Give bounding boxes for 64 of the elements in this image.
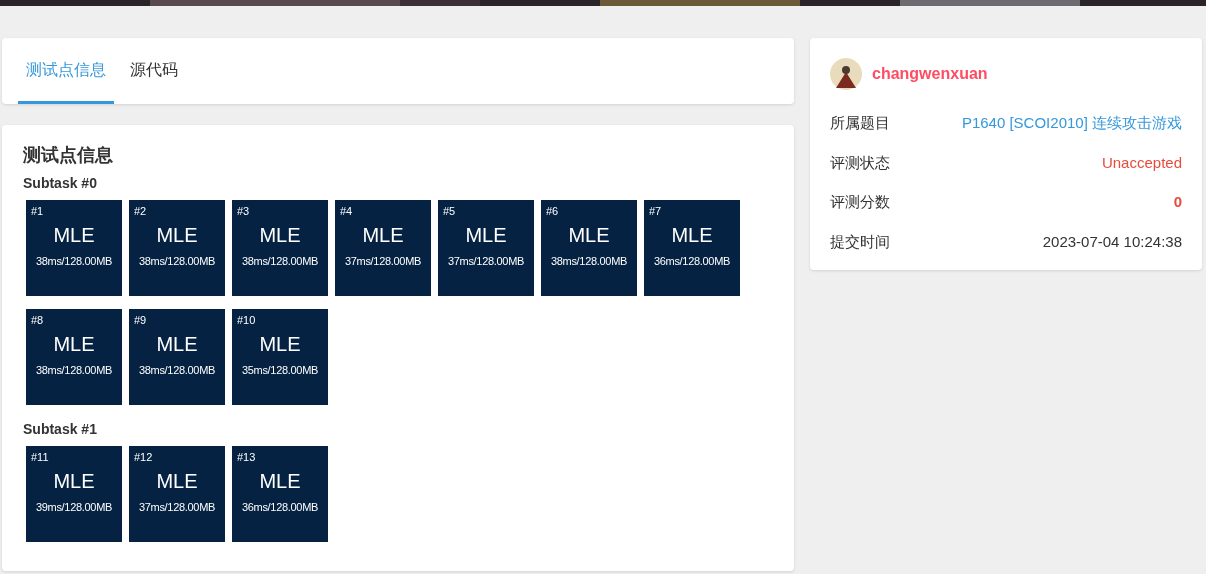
testcase-number: #6	[546, 205, 560, 217]
testcase-tile[interactable]: #9 MLE 38ms/128.00MB	[129, 308, 225, 405]
field-label: 提交时间	[830, 231, 890, 252]
testcase-tile[interactable]: #5 MLE 37ms/128.00MB	[438, 199, 534, 296]
testcase-number: #11	[31, 451, 50, 463]
testcase-number: #2	[134, 205, 148, 217]
testcase-status: MLE	[670, 222, 714, 247]
tab[interactable]: 源代码	[122, 38, 186, 104]
testcase-usage: 38ms/128.00MB	[137, 253, 217, 269]
testcase-usage: 38ms/128.00MB	[137, 362, 217, 378]
field-value: 2023-07-04 10:24:38	[1042, 231, 1182, 252]
testcase-tile[interactable]: #3 MLE 38ms/128.00MB	[232, 199, 328, 296]
testcase-usage: 36ms/128.00MB	[240, 499, 320, 515]
testcase-usage: 39ms/128.00MB	[34, 499, 114, 515]
testcase-status: MLE	[52, 331, 96, 356]
testcase-usage: 38ms/128.00MB	[240, 253, 320, 269]
testcase-number: #7	[649, 205, 663, 217]
testcase-tile[interactable]: #10 MLE 35ms/128.00MB	[232, 308, 328, 405]
field-label: 评测状态	[830, 152, 890, 173]
testcase-usage: 35ms/128.00MB	[240, 362, 320, 378]
subtask-title: Subtask #0	[23, 173, 98, 193]
section-title: 测试点信息	[23, 145, 114, 167]
testcase-tile[interactable]: #12 MLE 37ms/128.00MB	[129, 445, 225, 542]
testcase-number: #12	[134, 451, 154, 463]
testcase-tile[interactable]: #4 MLE 37ms/128.00MB	[335, 199, 431, 296]
testcase-status: MLE	[155, 222, 199, 247]
testcase-status: MLE	[155, 468, 199, 493]
field-label: 所属题目	[830, 113, 890, 133]
testcase-tile[interactable]: #1 MLE 38ms/128.00MB	[26, 199, 122, 296]
testcase-status: MLE	[258, 331, 302, 356]
testcase-tile[interactable]: #8 MLE 38ms/128.00MB	[26, 308, 122, 405]
testcase-number: #3	[237, 205, 251, 217]
testcase-tile[interactable]: #2 MLE 38ms/128.00MB	[129, 199, 225, 296]
testcase-status: MLE	[52, 468, 96, 493]
field-label: 评测分数	[830, 192, 890, 212]
testcase-status: MLE	[155, 331, 199, 356]
testcase-status: MLE	[567, 222, 611, 247]
testcase-number: #9	[134, 314, 148, 326]
testcase-status: MLE	[258, 468, 302, 493]
testcase-usage: 36ms/128.00MB	[652, 253, 732, 269]
testcase-usage: 38ms/128.00MB	[549, 253, 629, 269]
testcase-number: #4	[340, 205, 354, 217]
testcase-number: #10	[237, 314, 257, 326]
testcase-tile[interactable]: #11 MLE 39ms/128.00MB	[26, 445, 122, 542]
testcase-number: #13	[237, 451, 257, 463]
testcase-usage: 37ms/128.00MB	[137, 499, 217, 515]
testcase-tile[interactable]: #13 MLE 36ms/128.00MB	[232, 445, 328, 542]
field-value: Unaccepted	[1101, 152, 1182, 173]
testcase-usage: 38ms/128.00MB	[34, 253, 114, 269]
testcase-number: #1	[31, 205, 45, 217]
subtask-title: Subtask #1	[23, 419, 98, 439]
testcase-status: MLE	[52, 222, 96, 247]
testcase-status: MLE	[464, 222, 508, 247]
testcase-status: MLE	[258, 222, 302, 247]
testcase-tile[interactable]: #6 MLE 38ms/128.00MB	[541, 199, 637, 296]
field-value: 0	[1173, 192, 1182, 212]
testcase-usage: 38ms/128.00MB	[34, 362, 114, 378]
testcase-usage: 37ms/128.00MB	[446, 253, 526, 269]
avatar	[830, 58, 862, 90]
testcase-number: #8	[31, 314, 45, 326]
testcase-number: #5	[443, 205, 457, 217]
testcase-status: MLE	[361, 222, 405, 247]
testcase-usage: 37ms/128.00MB	[343, 253, 423, 269]
testcase-tile[interactable]: #7 MLE 36ms/128.00MB	[644, 199, 740, 296]
